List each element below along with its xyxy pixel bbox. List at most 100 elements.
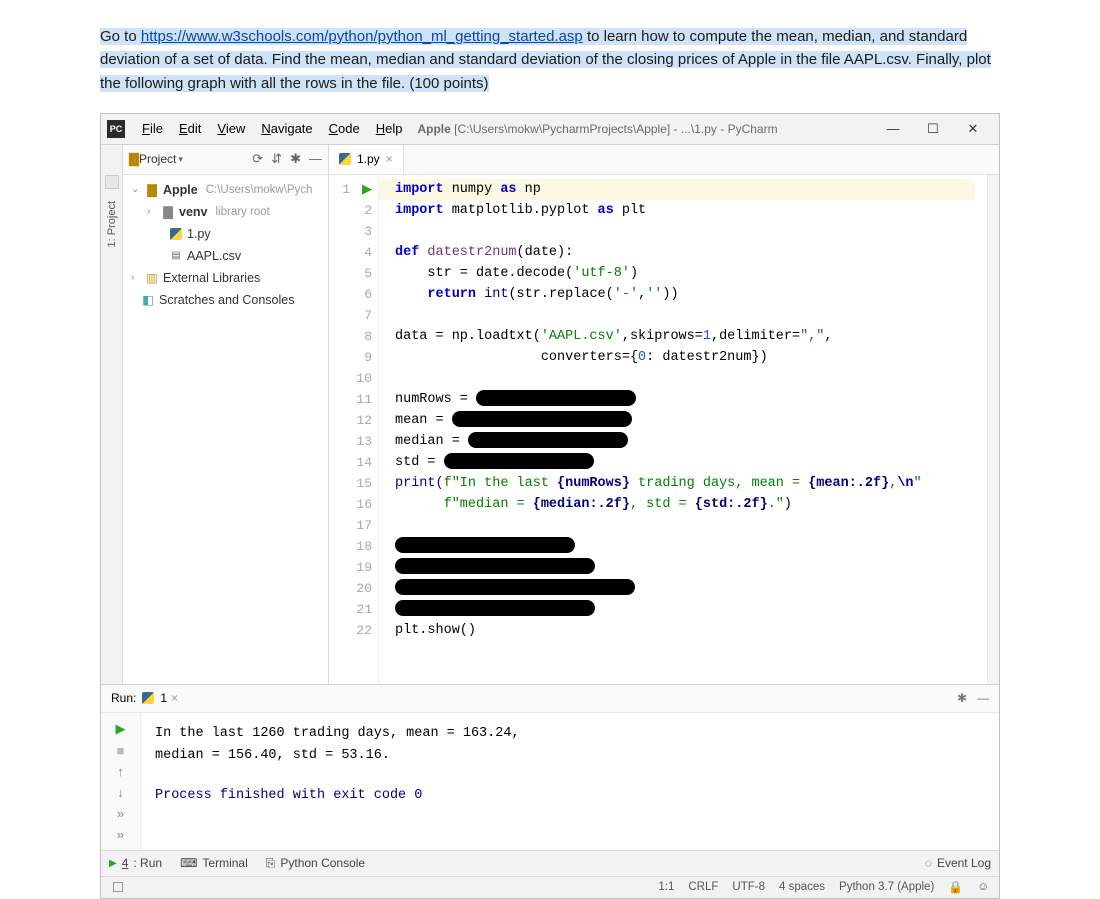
tree-file-py[interactable]: 1.py	[127, 223, 324, 245]
run-hide-icon[interactable]: —	[977, 691, 989, 705]
tree-item-note: library root	[216, 206, 270, 218]
output-line: In the last 1260 trading days, mean = 16…	[155, 723, 985, 745]
editor-tab-1py[interactable]: 1.py ×	[329, 145, 404, 174]
lock-icon[interactable]: 🔒	[948, 880, 963, 894]
project-name: Apple	[417, 122, 450, 136]
redacted-content	[395, 558, 595, 574]
minimize-button[interactable]: —	[879, 121, 907, 137]
menu-code[interactable]: Code	[322, 118, 367, 139]
hector-icon[interactable]: ☺	[977, 881, 989, 893]
tree-venv[interactable]: › ▇ venv library root	[127, 201, 324, 223]
pycharm-window: PC File Edit View Navigate Code Help App…	[100, 113, 1000, 899]
maximize-button[interactable]: ☐	[919, 121, 947, 137]
output-line: median = 156.40, std = 53.16.	[155, 745, 985, 767]
code-editor[interactable]: 1 ▶ 2 3 4 5 6 7 8 9 10 11 12 13 14 15 16…	[329, 175, 999, 684]
rerun-icon[interactable]: ▶	[116, 721, 126, 737]
close-run-tab-icon[interactable]: ×	[171, 691, 178, 705]
bottom-tool-tabs: ▶4: Run ⌨Terminal ⎘Python Console ◌Event…	[101, 850, 999, 876]
more-icon[interactable]: »	[117, 827, 124, 842]
python-run-icon	[142, 692, 154, 704]
run-gutter-icon[interactable]: ▶	[358, 179, 372, 200]
pycharm-logo-icon: PC	[107, 120, 125, 138]
tree-file-csv[interactable]: ▤ AAPL.csv	[127, 245, 324, 267]
python-console-tab[interactable]: ⎘Python Console	[266, 856, 365, 871]
up-icon[interactable]: ↑	[117, 764, 124, 779]
status-indicator-icon[interactable]	[113, 882, 123, 892]
run-output[interactable]: In the last 1260 trading days, mean = 16…	[141, 713, 999, 850]
close-button[interactable]: ✕	[959, 121, 987, 137]
gear-icon[interactable]: ✱	[290, 151, 301, 167]
expand-icon[interactable]: ⌄	[131, 184, 141, 195]
instruction-pre: Go to	[100, 28, 141, 45]
project-panel-title: Project	[139, 152, 176, 166]
python-file-icon	[169, 228, 183, 240]
close-tab-icon[interactable]: ×	[386, 152, 393, 166]
menu-navigate[interactable]: Navigate	[254, 118, 319, 139]
line-gutter: 1 ▶ 2 3 4 5 6 7 8 9 10 11 12 13 14 15 16…	[329, 175, 379, 684]
folder-strip-icon[interactable]	[105, 175, 119, 189]
folder-icon: ▇	[145, 182, 159, 197]
python-interpreter[interactable]: Python 3.7 (Apple)	[839, 881, 934, 893]
console-icon: ⎘	[266, 856, 276, 871]
left-tool-strip: 1: Project	[101, 145, 123, 684]
reload-icon[interactable]: ⟳	[252, 151, 263, 167]
scratch-icon: ◧	[141, 292, 155, 307]
indent-setting[interactable]: 4 spaces	[779, 881, 825, 893]
tree-item-label: venv	[179, 205, 208, 219]
csv-file-icon: ▤	[169, 250, 183, 261]
titlebar: PC File Edit View Navigate Code Help App…	[101, 114, 999, 144]
more-icon[interactable]: »	[117, 806, 124, 821]
run-tab-name[interactable]: 1	[160, 691, 167, 705]
menu-view[interactable]: View	[210, 118, 252, 139]
project-dropdown-icon[interactable]: ▾	[178, 154, 183, 165]
redacted-content	[395, 537, 575, 553]
tree-item-label: External Libraries	[163, 271, 260, 285]
folder-icon: ▇	[161, 204, 175, 219]
exit-line: Process finished with exit code 0	[155, 785, 985, 807]
menu-file[interactable]: File	[135, 118, 170, 139]
event-log-tab[interactable]: ◌Event Log	[925, 856, 991, 870]
folder-small-icon: ▇	[129, 151, 139, 167]
run-label: Run:	[111, 691, 136, 705]
redacted-content	[476, 390, 636, 406]
caret-position[interactable]: 1:1	[658, 881, 674, 893]
run-panel: Run: 1 × ✱ — ▶ ■ ↑ ↓ » » In the last 126…	[101, 684, 999, 850]
editor-tab-label: 1.py	[357, 152, 380, 166]
tree-external-libs[interactable]: › ▥ External Libraries	[127, 267, 324, 289]
run-settings-icon[interactable]: ✱	[957, 691, 967, 705]
code-content[interactable]: import numpy as np import matplotlib.pyp…	[379, 175, 987, 684]
project-tool-tab[interactable]: 1: Project	[104, 195, 120, 253]
redacted-content	[444, 453, 594, 469]
expand-icon[interactable]: ›	[131, 272, 141, 283]
redacted-content	[395, 600, 595, 616]
file-encoding[interactable]: UTF-8	[732, 881, 765, 893]
tree-item-label: AAPL.csv	[187, 249, 241, 263]
terminal-icon: ⌨	[180, 856, 197, 870]
menu-help[interactable]: Help	[369, 118, 410, 139]
stop-icon[interactable]: ■	[117, 743, 125, 758]
collapse-icon[interactable]: ⇵	[271, 151, 282, 167]
tree-root[interactable]: ⌄ ▇ Apple C:\Users\mokw\Pych	[127, 179, 324, 201]
assignment-instruction: Go to https://www.w3schools.com/python/p…	[0, 0, 1100, 113]
window-title: Apple [C:\Users\mokw\PycharmProjects\App…	[417, 122, 879, 136]
instruction-link[interactable]: https://www.w3schools.com/python/python_…	[141, 28, 583, 45]
library-icon: ▥	[145, 270, 159, 285]
hide-icon[interactable]: —	[309, 151, 322, 167]
redacted-content	[468, 432, 628, 448]
project-panel: ▇ Project ▾ ⟳ ⇵ ✱ — ⌄ ▇ Apple C:\Users\m…	[123, 145, 329, 684]
expand-icon[interactable]: ›	[147, 206, 157, 217]
line-separator[interactable]: CRLF	[688, 881, 718, 893]
project-path: [C:\Users\mokw\PycharmProjects\Apple] - …	[451, 122, 778, 136]
editor-tabs: 1.py ×	[329, 145, 999, 175]
main-menu: File Edit View Navigate Code Help	[135, 118, 409, 139]
tree-scratches[interactable]: ◧ Scratches and Consoles	[127, 289, 324, 311]
tree-item-label: 1.py	[187, 227, 211, 241]
run-toolbar: ▶ ■ ↑ ↓ » »	[101, 713, 141, 850]
menu-edit[interactable]: Edit	[172, 118, 208, 139]
down-icon[interactable]: ↓	[117, 785, 124, 800]
tree-root-path: C:\Users\mokw\Pych	[206, 184, 313, 196]
editor-scrollbar[interactable]	[987, 175, 999, 684]
python-file-icon	[339, 153, 351, 165]
run-tool-tab[interactable]: ▶4: Run	[109, 856, 162, 870]
terminal-tool-tab[interactable]: ⌨Terminal	[180, 856, 248, 870]
